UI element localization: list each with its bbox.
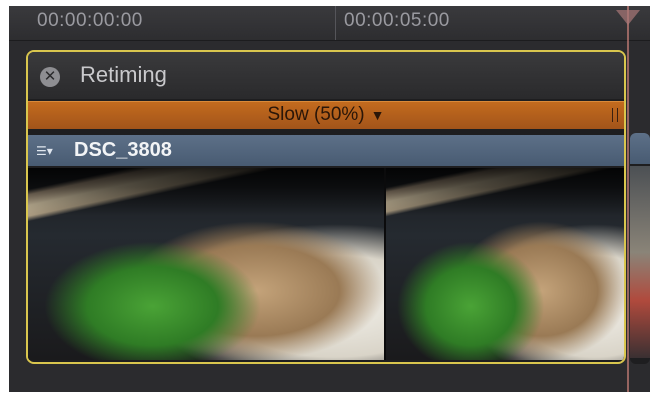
clip-thumbnail [28,168,384,360]
playhead[interactable] [627,6,629,392]
retiming-header: ✕ Retiming [28,52,624,99]
speed-menu[interactable]: Slow (50%) ▼ [28,104,624,126]
chevron-down-icon: ▼ [370,107,385,123]
next-clip-thumbnail [630,166,650,358]
frame-bottom [0,392,654,398]
speed-label: Slow (50%) [267,104,365,125]
close-icon[interactable]: ✕ [40,67,60,87]
clip-name-bar[interactable]: ☰▾ DSC_3808 [28,135,624,166]
next-clip-name-bar [630,133,650,164]
ruler-timecode-5s: 00:00:05:00 [344,10,450,31]
clip-name: DSC_3808 [74,139,172,161]
clip-thumbnail [386,168,624,360]
timeline-ruler[interactable]: 00:00:00:00 00:00:05:00 [9,6,650,41]
retime-speed-bar[interactable]: Slow (50%) ▼ [28,101,624,129]
retiming-title: Retiming [80,62,167,87]
frame-left [0,0,9,398]
clip-menu-icon[interactable]: ☰▾ [36,144,64,158]
clip-filmstrip [28,168,624,360]
retime-handle[interactable] [612,108,618,122]
ruler-timecode-start: 00:00:00:00 [37,10,143,31]
next-clip[interactable] [630,133,650,364]
frame-right [650,0,654,398]
playhead-marker-icon[interactable] [616,10,640,25]
ruler-tick [335,6,336,40]
selected-clip[interactable]: ✕ Retiming Slow (50%) ▼ ☰▾ DSC_3808 [26,50,626,364]
